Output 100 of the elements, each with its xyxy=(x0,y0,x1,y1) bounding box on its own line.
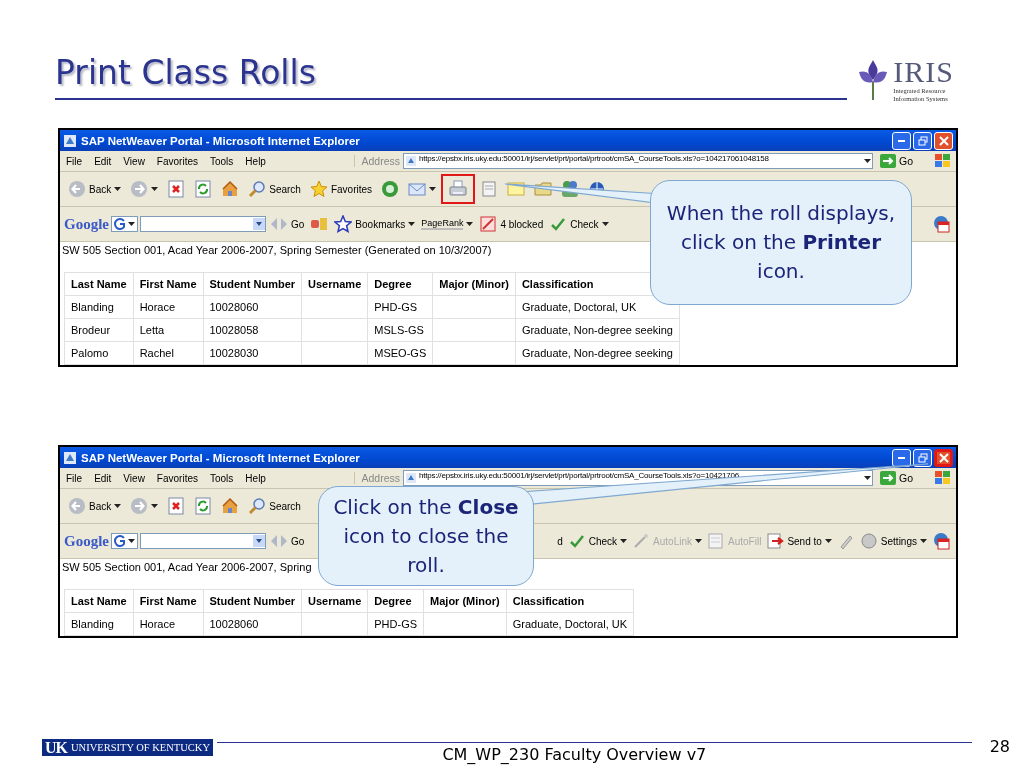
caret-icon xyxy=(920,538,927,544)
caret-icon xyxy=(128,221,135,227)
minimize-icon xyxy=(898,139,905,142)
menu-item[interactable]: Favorites xyxy=(150,155,204,167)
menu-item[interactable]: Help xyxy=(239,472,272,484)
callout: Click on the Close icon to close the roll. xyxy=(318,486,534,586)
table-cell: 10028060 xyxy=(203,612,302,636)
caret-icon xyxy=(151,503,159,509)
star-outline-icon xyxy=(334,215,353,233)
bookmarks-button[interactable]: Bookmarks xyxy=(332,213,418,235)
form-icon xyxy=(707,532,725,550)
table-cell xyxy=(301,318,368,342)
popup-blocker-icon xyxy=(479,215,498,233)
table-cell: MSLS-GS xyxy=(367,318,433,342)
menu-item[interactable]: Edit xyxy=(88,155,118,167)
google-menu-button[interactable] xyxy=(111,533,138,549)
address-label: Address xyxy=(354,155,400,167)
column-header: Degree xyxy=(367,589,424,613)
house-icon xyxy=(221,180,240,198)
back-button[interactable]: Back xyxy=(64,177,126,201)
minimize-button[interactable] xyxy=(892,448,911,467)
sendto-button[interactable]: Send to xyxy=(764,530,834,552)
pdf-icon xyxy=(932,215,950,233)
minimize-button[interactable] xyxy=(892,131,911,150)
pagerank-button[interactable]: PageRank xyxy=(419,216,476,232)
browser-icon xyxy=(63,450,77,465)
print-button[interactable] xyxy=(441,174,476,204)
blocked-end-button[interactable]: d xyxy=(555,533,565,549)
caret-icon xyxy=(429,186,437,192)
table-cell: 10028060 xyxy=(203,295,302,319)
menu-item[interactable]: Edit xyxy=(88,472,118,484)
restore-button[interactable] xyxy=(913,131,932,150)
report-heading: SW 505 Section 001, Acad Year 2006-2007, Spring Semester (Generated on 10/3/2007) xyxy=(62,244,492,256)
settings-button[interactable]: Settings xyxy=(857,530,929,552)
flag-icon xyxy=(934,153,952,169)
column-header: Classification xyxy=(506,589,634,613)
column-header: Student Number xyxy=(203,272,302,296)
google-logo: Google xyxy=(64,215,109,233)
logo-name: IRIS xyxy=(893,57,954,87)
restore-button[interactable] xyxy=(913,448,932,467)
table-cell xyxy=(301,295,368,319)
menu-item[interactable]: Help xyxy=(239,155,272,167)
table-cell: PHD-GS xyxy=(367,295,433,319)
caret-icon xyxy=(864,475,871,481)
table-cell: Graduate, Non-degree seeking xyxy=(515,318,680,342)
refresh-icon xyxy=(194,180,213,198)
check-button[interactable]: Check xyxy=(547,213,611,235)
search-field[interactable] xyxy=(140,216,266,232)
arrows-icon xyxy=(270,532,288,550)
blocked-button[interactable]: 4 blocked xyxy=(477,213,546,235)
go-button[interactable]: Go xyxy=(876,154,917,168)
menu-item[interactable]: Tools xyxy=(204,472,240,484)
column-header: Username xyxy=(301,272,368,296)
table-cell: Blanding xyxy=(64,612,134,636)
caret-icon xyxy=(466,221,474,227)
menu-item[interactable]: View xyxy=(117,472,151,484)
column-header: Last Name xyxy=(64,589,134,613)
caret-icon xyxy=(151,186,159,192)
back-button[interactable]: Back xyxy=(64,494,126,518)
printer-icon xyxy=(449,180,468,198)
go-button[interactable]: Go xyxy=(876,471,917,485)
search-icon xyxy=(248,180,267,198)
table-cell: Brodeur xyxy=(64,318,134,342)
table-cell: MSEO-GS xyxy=(367,341,433,365)
window-title: SAP NetWeaver Portal - Microsoft Internet Explorer xyxy=(81,451,360,464)
check-button[interactable]: Check xyxy=(565,530,630,552)
table-cell: Horace xyxy=(133,612,203,636)
table-cell: Graduate, Doctoral, UK xyxy=(506,612,634,636)
search-button[interactable]: Search xyxy=(244,177,305,201)
menu-item[interactable]: View xyxy=(117,155,151,167)
column-header: Degree xyxy=(367,272,433,296)
close-button[interactable] xyxy=(934,448,953,467)
caret-icon xyxy=(824,538,832,544)
address-field[interactable]: https://epsbx.iris.uky.edu:50001/irj/servlet/prt/portal/prtroot/cmSA_CourseTools.xls?o=104217061048158 xyxy=(403,153,873,169)
column-header: Major (Minor) xyxy=(432,272,516,296)
menu-item[interactable]: File xyxy=(60,155,89,167)
search-button[interactable]: Search xyxy=(244,494,305,518)
close-icon xyxy=(938,452,949,463)
letter-g-icon xyxy=(114,535,126,547)
google-logo: Google xyxy=(64,532,109,550)
wand-icon xyxy=(632,532,651,550)
page-icon xyxy=(405,155,417,167)
table-cell: Palomo xyxy=(64,341,134,365)
go-button[interactable]: Go xyxy=(268,213,307,235)
table-cell: 10028058 xyxy=(203,318,302,342)
favorites-button[interactable]: Favorites xyxy=(305,177,377,201)
stop-icon xyxy=(167,497,186,515)
table-cell: Graduate, Non-degree seeking xyxy=(515,341,680,365)
go-button[interactable]: Go xyxy=(268,530,307,552)
column-header: Major (Minor) xyxy=(423,589,507,613)
menu-item[interactable]: Favorites xyxy=(150,472,204,484)
dropdown-icon xyxy=(253,218,265,230)
google-menu-button[interactable] xyxy=(111,216,138,232)
menu-item[interactable]: Tools xyxy=(204,155,240,167)
dropdown-icon xyxy=(253,535,265,547)
search-field[interactable] xyxy=(140,533,266,549)
caret-icon xyxy=(128,538,135,544)
refresh-icon xyxy=(194,497,213,515)
menu-item[interactable]: File xyxy=(60,472,89,484)
column-header: Last Name xyxy=(64,272,134,296)
